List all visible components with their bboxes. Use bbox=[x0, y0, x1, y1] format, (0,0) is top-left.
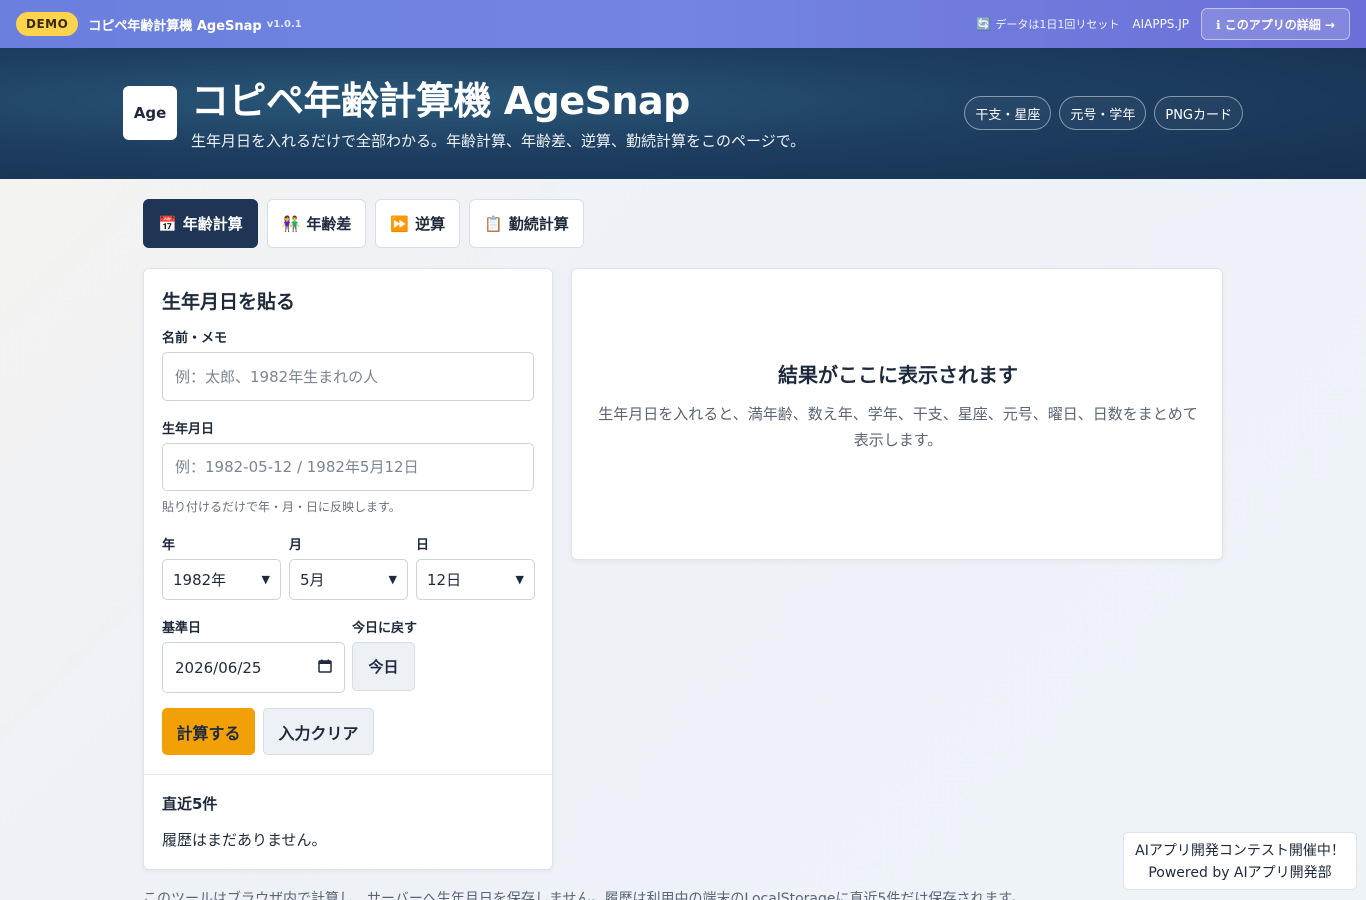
couple-icon: 👫 bbox=[281, 214, 301, 233]
privacy-note: このツールはブラウザ内で計算し、サーバーへ生年月日を保存しません。履歴は利用中の… bbox=[143, 891, 1026, 900]
pill-eto-seiza: 干支・星座 bbox=[964, 96, 1052, 130]
month-select[interactable]: 5月 ▼ bbox=[289, 559, 408, 600]
clear-button[interactable]: 入力クリア bbox=[263, 708, 374, 755]
day-label: 日 bbox=[416, 538, 430, 553]
tab-label: 年齢差 bbox=[306, 215, 352, 233]
hero-title: コピペ年齢計算機 AgeSnap bbox=[191, 79, 690, 123]
form-title: 生年月日を貼る bbox=[162, 291, 296, 313]
birth-input[interactable] bbox=[162, 443, 534, 491]
day-select[interactable]: 12日 ▼ bbox=[416, 559, 535, 600]
contest-line2: Powered by AIアプリ開発部 bbox=[1148, 865, 1332, 881]
hero-banner: Age コピペ年齢計算機 AgeSnap 生年月日を入れるだけで全部わかる。年齢… bbox=[0, 48, 1366, 179]
fast-forward-icon: ⏩ bbox=[390, 214, 410, 233]
app-title: コピペ年齢計算機 AgeSnap bbox=[88, 18, 262, 34]
reset-note: 🔄 データは1日1回リセット bbox=[976, 16, 1119, 32]
tab-label: 逆算 bbox=[415, 215, 446, 233]
tab-age-diff[interactable]: 👫 年齢差 bbox=[266, 199, 367, 248]
tab-label: 勤続計算 bbox=[508, 215, 569, 233]
input-card: 生年月日を貼る 名前・メモ 生年月日 貼り付けるだけで年・月・日に反映します。 … bbox=[143, 268, 553, 870]
tab-reverse[interactable]: ⏩ 逆算 bbox=[375, 199, 461, 248]
birth-label: 生年月日 bbox=[162, 422, 215, 437]
calendar-icon: 📅 bbox=[158, 214, 177, 233]
top-bar: DEMO コピペ年齢計算機 AgeSnap v1.0.1 🔄 データは1日1回リ… bbox=[0, 0, 1366, 48]
base-date-value: 2026/06/25 bbox=[175, 658, 262, 677]
year-label: 年 bbox=[162, 538, 176, 553]
name-input[interactable] bbox=[162, 352, 534, 401]
name-label: 名前・メモ bbox=[162, 331, 228, 346]
chevron-down-icon: ▼ bbox=[261, 573, 270, 586]
base-date-label: 基準日 bbox=[162, 621, 202, 636]
base-date-input[interactable]: 2026/06/25 bbox=[162, 642, 345, 693]
history-title: 直近5件 bbox=[162, 795, 218, 813]
tab-age-calc[interactable]: 📅 年齢計算 bbox=[143, 199, 258, 248]
reset-note-text: データは1日1回リセット bbox=[995, 18, 1120, 31]
result-title: 結果がここに表示されます bbox=[778, 363, 1018, 387]
paste-hint: 貼り付けるだけで年・月・日に反映します。 bbox=[162, 500, 401, 514]
calculate-button[interactable]: 計算する bbox=[162, 708, 255, 755]
hero-subtitle: 生年月日を入れるだけで全部わかる。年齢計算、年齢差、逆算、勤続計算をこのページで… bbox=[191, 132, 806, 150]
contest-line1: AIアプリ開発コンテスト開催中！ bbox=[1135, 843, 1345, 859]
demo-badge: DEMO bbox=[16, 12, 79, 36]
result-card: 結果がここに表示されます 生年月日を入れると、満年齢、数え年、学年、干支、星座、… bbox=[571, 268, 1223, 560]
calendar-picker-icon[interactable] bbox=[318, 659, 332, 677]
day-value: 12日 bbox=[427, 571, 462, 589]
refresh-icon: 🔄 bbox=[976, 17, 992, 31]
aiapps-link[interactable]: AIAPPS.JP bbox=[1132, 17, 1189, 31]
app-detail-button[interactable]: ℹ このアプリの詳細 → bbox=[1201, 8, 1350, 40]
year-select[interactable]: 1982年 ▼ bbox=[162, 559, 281, 600]
result-description: 生年月日を入れると、満年齢、数え年、学年、干支、星座、元号、曜日、日数をまとめて… bbox=[598, 405, 1198, 449]
history-empty: 履歴はまだありません。 bbox=[162, 831, 327, 849]
month-label: 月 bbox=[289, 538, 303, 553]
pill-gengo-gakunen: 元号・学年 bbox=[1059, 96, 1147, 130]
contest-badge[interactable]: AIアプリ開発コンテスト開催中！ Powered by AIアプリ開発部 bbox=[1123, 832, 1357, 890]
mode-tabs: 📅 年齢計算 👫 年齢差 ⏩ 逆算 📋 勤続計算 bbox=[143, 199, 584, 248]
top-bar-right: 🔄 データは1日1回リセット AIAPPS.JP ℹ このアプリの詳細 → bbox=[976, 8, 1350, 40]
tab-label: 年齢計算 bbox=[182, 215, 243, 233]
tab-tenure[interactable]: 📋 勤続計算 bbox=[469, 199, 584, 248]
pill-png-card: PNGカード bbox=[1154, 96, 1243, 130]
reset-today-label: 今日に戻す bbox=[352, 621, 418, 636]
clipboard-icon: 📋 bbox=[484, 214, 503, 233]
divider bbox=[144, 774, 552, 775]
month-value: 5月 bbox=[300, 571, 325, 589]
app-logo: Age bbox=[123, 86, 177, 140]
today-button[interactable]: 今日 bbox=[352, 642, 415, 691]
app-version: v1.0.1 bbox=[266, 18, 302, 30]
chevron-down-icon: ▼ bbox=[388, 573, 397, 586]
chevron-down-icon: ▼ bbox=[515, 573, 524, 586]
year-value: 1982年 bbox=[173, 571, 227, 589]
feature-pills: 干支・星座 元号・学年 PNGカード bbox=[964, 96, 1243, 130]
